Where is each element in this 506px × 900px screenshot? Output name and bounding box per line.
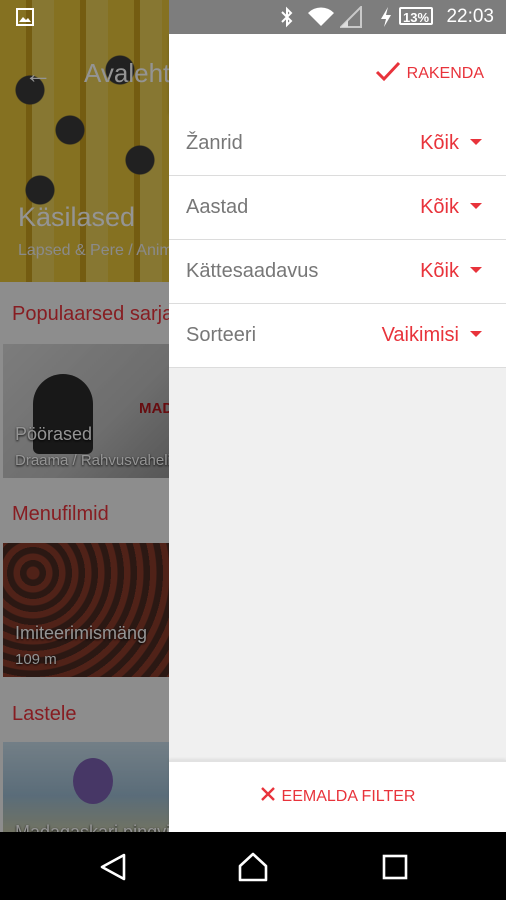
dropdown-caret-icon (470, 266, 482, 273)
genre-dropdown[interactable]: Kõik (420, 132, 482, 155)
home-icon (238, 852, 268, 882)
nav-back-button[interactable] (96, 850, 130, 884)
apply-label: RAKENDA (406, 64, 484, 82)
drawer-header: RAKENDA (169, 34, 506, 112)
image-icon (16, 8, 34, 31)
filter-label: Žanrid (186, 132, 243, 154)
close-icon (260, 786, 276, 807)
clock: 22:03 (446, 6, 494, 27)
dropdown-value: Vaikimisi (381, 324, 459, 346)
charging-icon (380, 6, 392, 33)
remove-filter-label: EEMALDA FILTER (281, 787, 416, 805)
remove-filter-button[interactable]: EEMALDA FILTER (169, 786, 506, 807)
status-bar: 13% 22:03 (0, 0, 506, 34)
dropdown-caret-icon (470, 138, 482, 145)
filter-row-genres[interactable]: Žanrid Kõik (169, 112, 506, 176)
apply-button[interactable]: RAKENDA (375, 60, 484, 87)
dropdown-value: Kõik (420, 132, 459, 154)
recents-icon (382, 854, 408, 880)
dropdown-value: Kõik (420, 260, 459, 282)
filter-label: Sorteeri (186, 324, 257, 346)
battery-indicator: 13% (399, 7, 433, 25)
filter-list: Žanrid Kõik Aastad Kõik Kättesaadavus Kõ… (169, 112, 506, 368)
filter-label: Kättesaadavus (186, 260, 319, 282)
navigation-bar (0, 832, 506, 900)
filter-label: Aastad (186, 196, 249, 218)
dropdown-caret-icon (470, 330, 482, 337)
back-triangle-icon (100, 853, 126, 881)
sort-dropdown[interactable]: Vaikimisi (382, 324, 482, 347)
nav-home-button[interactable] (236, 850, 270, 884)
nav-recents-button[interactable] (378, 850, 412, 884)
dropdown-value: Kõik (420, 196, 459, 218)
drawer-footer: EEMALDA FILTER (169, 760, 506, 832)
filter-drawer: RAKENDA Žanrid Kõik Aastad Kõik Kättesaa… (169, 34, 506, 832)
signal-icon (338, 4, 362, 33)
bluetooth-icon (280, 6, 294, 33)
availability-dropdown[interactable]: Kõik (420, 260, 482, 283)
wifi-icon (307, 6, 335, 33)
filter-row-sort[interactable]: Sorteeri Vaikimisi (169, 304, 506, 368)
years-dropdown[interactable]: Kõik (420, 196, 482, 219)
filter-row-availability[interactable]: Kättesaadavus Kõik (169, 240, 506, 304)
dropdown-caret-icon (470, 202, 482, 209)
filter-row-years[interactable]: Aastad Kõik (169, 176, 506, 240)
check-icon (375, 60, 401, 87)
